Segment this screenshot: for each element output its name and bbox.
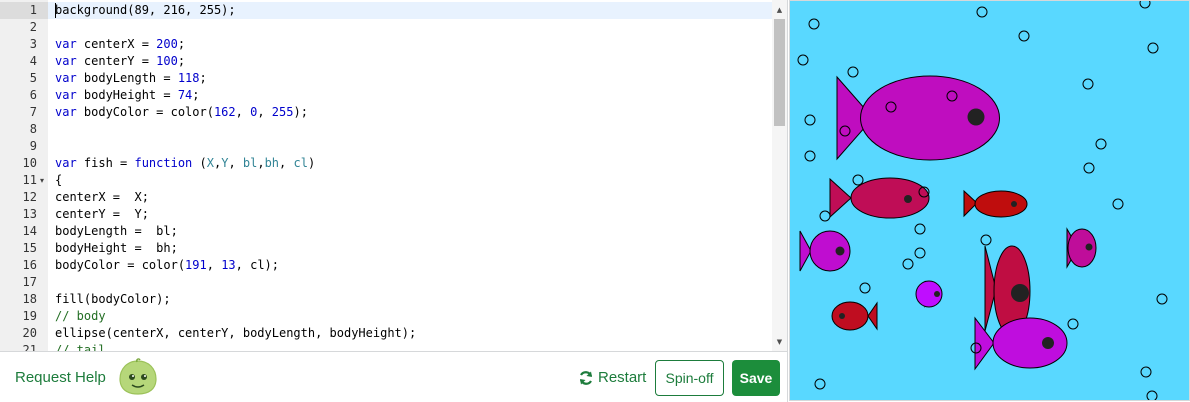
code-line[interactable]: 13 centerY = Y; <box>0 206 772 223</box>
code-line[interactable]: 7 var bodyColor = color(162, 0, 255); <box>0 104 772 121</box>
code-text: background(89, 216, 255); <box>55 3 236 17</box>
output-canvas[interactable] <box>789 0 1190 401</box>
code-text: var bodyColor = color(162, 0, 255); <box>55 105 308 119</box>
line-number: 20 <box>22 326 37 340</box>
scroll-up-arrow-icon[interactable]: ▲ <box>772 2 787 18</box>
code-lines[interactable]: 1 background(89, 216, 255); 2 3 var centerX … <box>0 2 772 352</box>
code-line[interactable]: 9 <box>0 138 772 155</box>
code-text: bodyLength = bl; <box>55 224 178 238</box>
code-text: ellipse(centerX, centerY, bodyLength, bo… <box>55 326 417 340</box>
line-number: 3 <box>29 37 37 51</box>
fish-eye <box>839 313 845 319</box>
code-line[interactable]: 16 bodyColor = color(191, 13, cl); <box>0 257 772 274</box>
save-button[interactable]: Save <box>732 360 780 396</box>
fish-eye <box>1042 337 1054 349</box>
line-number: 17 <box>22 275 37 289</box>
code-text: { <box>55 173 63 187</box>
fish-eye <box>934 291 940 297</box>
fish-eye <box>835 246 845 256</box>
code-text: fill(bodyColor); <box>55 292 171 306</box>
fish-eye <box>1085 243 1093 251</box>
line-number: 2 <box>29 20 37 34</box>
code-line[interactable]: 5 var bodyLength = 118; <box>0 70 772 87</box>
code-line[interactable]: 1 background(89, 216, 255); <box>0 2 772 19</box>
line-number: 19 <box>22 309 37 323</box>
line-number: 7 <box>29 105 37 119</box>
fish-eye <box>1011 284 1029 302</box>
request-help-link[interactable]: Request Help <box>15 369 106 386</box>
code-text: // tail <box>55 343 106 352</box>
line-number: 4 <box>29 54 37 68</box>
editor-scrollbar[interactable]: ▲ ▼ <box>772 0 787 351</box>
spin-off-button[interactable]: Spin-off <box>655 360 724 396</box>
code-text: var bodyLength = 118; <box>55 71 207 85</box>
code-line[interactable]: 2 <box>0 19 772 36</box>
code-line[interactable]: 3 var centerX = 200; <box>0 36 772 53</box>
fish-eye <box>904 195 912 203</box>
line-number: 6 <box>29 88 37 102</box>
code-text: var centerX = 200; <box>55 37 186 51</box>
code-editor[interactable]: 1 background(89, 216, 255); 2 3 var centerX … <box>0 0 787 352</box>
fish-body <box>992 317 1068 369</box>
code-text: centerX = X; <box>55 190 149 204</box>
code-text: centerY = Y; <box>55 207 149 221</box>
line-number: 21 <box>22 343 37 352</box>
code-line[interactable]: 6 var bodyHeight = 74; <box>0 87 772 104</box>
line-number: 10 <box>22 156 37 170</box>
fish-scene <box>790 1 1189 400</box>
fold-toggle-icon[interactable]: ▾ <box>40 172 48 189</box>
restart-label: Restart <box>598 369 647 386</box>
code-line[interactable]: 20 ellipse(centerX, centerY, bodyLength, … <box>0 325 772 342</box>
code-text: var centerY = 100; <box>55 54 186 68</box>
line-number: 8 <box>29 122 37 136</box>
line-number: 15 <box>22 241 37 255</box>
line-number: 13 <box>22 207 37 221</box>
text-cursor <box>55 3 56 18</box>
code-line[interactable]: 21 // tail <box>0 342 772 352</box>
restart-button[interactable]: Restart <box>578 369 646 386</box>
line-number: 9 <box>29 139 37 153</box>
scrollbar-thumb[interactable] <box>774 19 785 126</box>
code-line[interactable]: 11 ▾{ <box>0 172 772 189</box>
code-text: bodyHeight = bh; <box>55 241 178 255</box>
fish-eye <box>967 108 985 126</box>
code-text: bodyColor = color(191, 13, cl); <box>55 258 279 272</box>
line-number: 1 <box>0 2 48 19</box>
line-number: 16 <box>22 258 37 272</box>
code-line[interactable]: 10 var fish = function (X,Y, bl,bh, cl) <box>0 155 772 172</box>
fish-body <box>974 190 1028 218</box>
code-line[interactable]: 4 var centerY = 100; <box>0 53 772 70</box>
scroll-down-arrow-icon[interactable]: ▼ <box>772 334 787 350</box>
code-line[interactable]: 19 // body <box>0 308 772 325</box>
help-avatar-icon[interactable] <box>118 358 158 396</box>
code-text: var fish = function (X,Y, bl,bh, cl) <box>55 156 316 170</box>
refresh-icon <box>579 370 593 385</box>
line-number: 12 <box>22 190 37 204</box>
line-number: 5 <box>29 71 37 85</box>
code-line[interactable]: 8 <box>0 121 772 138</box>
code-line[interactable]: 17 <box>0 274 772 291</box>
editor-footer: Request Help Restart Spin-off Save <box>0 352 787 402</box>
fish-eye <box>1011 201 1017 207</box>
code-line[interactable]: 12 centerX = X; <box>0 189 772 206</box>
line-number: 18 <box>22 292 37 306</box>
code-text: var bodyHeight = 74; <box>55 88 200 102</box>
line-number: 14 <box>22 224 37 238</box>
code-line[interactable]: 15 bodyHeight = bh; <box>0 240 772 257</box>
code-text: // body <box>55 309 106 323</box>
code-editor-panel: 1 background(89, 216, 255); 2 3 var centerX … <box>0 0 788 402</box>
code-line[interactable]: 18 fill(bodyColor); <box>0 291 772 308</box>
fish-body <box>850 177 930 219</box>
code-line[interactable]: 14 bodyLength = bl; <box>0 223 772 240</box>
fish-body <box>831 301 869 331</box>
